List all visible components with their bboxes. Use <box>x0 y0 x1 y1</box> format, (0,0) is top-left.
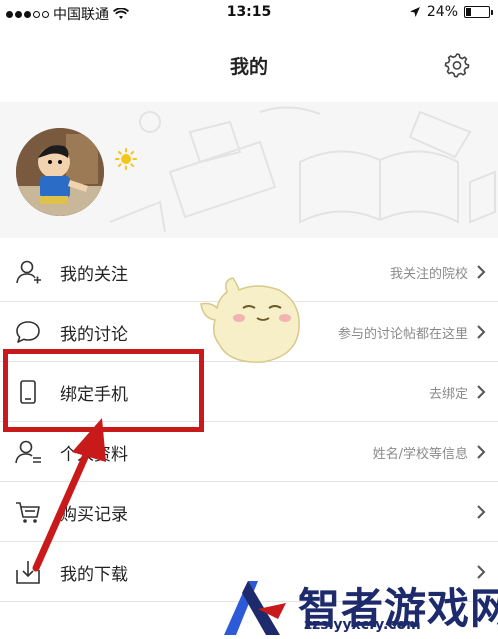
menu-item-hint: 姓名/学校等信息 <box>372 447 468 462</box>
status-bar: 中国联通 13:15 24% <box>0 0 498 26</box>
location-arrow-icon <box>409 7 420 17</box>
menu-item-purchases[interactable]: 购买记录 <box>0 482 498 542</box>
watermark-logo-icon <box>224 581 286 635</box>
chevron-right-icon <box>477 445 486 459</box>
menu-item-label: 购买记录 <box>60 505 128 525</box>
avatar-image <box>16 128 104 216</box>
sun-icon <box>115 148 137 170</box>
watermark-subtitle: zzslyyxcfy.com <box>304 617 421 633</box>
menu-item-label: 我的关注 <box>60 265 128 285</box>
cart-icon <box>16 502 40 523</box>
battery-icon <box>464 6 493 18</box>
menu-item-label: 我的下载 <box>60 565 128 585</box>
menu-item-hint: 参与的讨论帖都在这里 <box>337 327 468 342</box>
profile-header <box>0 102 498 238</box>
menu-item-label: 我的讨论 <box>60 325 128 345</box>
menu-item-hint: 去绑定 <box>428 387 468 402</box>
chevron-right-icon <box>477 505 486 519</box>
mascot-sticker <box>200 277 300 363</box>
battery-fill <box>466 8 472 16</box>
download-icon <box>16 561 40 584</box>
user-add-icon <box>16 260 41 284</box>
avatar[interactable] <box>16 128 104 216</box>
chevron-right-icon <box>477 325 486 339</box>
gear-icon[interactable] <box>444 52 470 78</box>
battery-percent: 24% <box>426 4 458 20</box>
nav-bar: 我的 <box>0 26 498 102</box>
chevron-right-icon <box>477 385 486 399</box>
chat-bubble-icon <box>16 321 40 343</box>
chevron-right-icon <box>477 265 486 279</box>
page-title: 我的 <box>229 56 268 78</box>
profile-card-icon <box>15 440 41 464</box>
watermark: 智者游戏网 zzslyyxcfy.com <box>218 573 498 639</box>
menu-item-hint: 我关注的院校 <box>389 267 468 282</box>
highlight-box <box>3 349 204 432</box>
status-right: 24% <box>409 4 493 20</box>
menu-item-label: 个人资料 <box>60 445 128 465</box>
